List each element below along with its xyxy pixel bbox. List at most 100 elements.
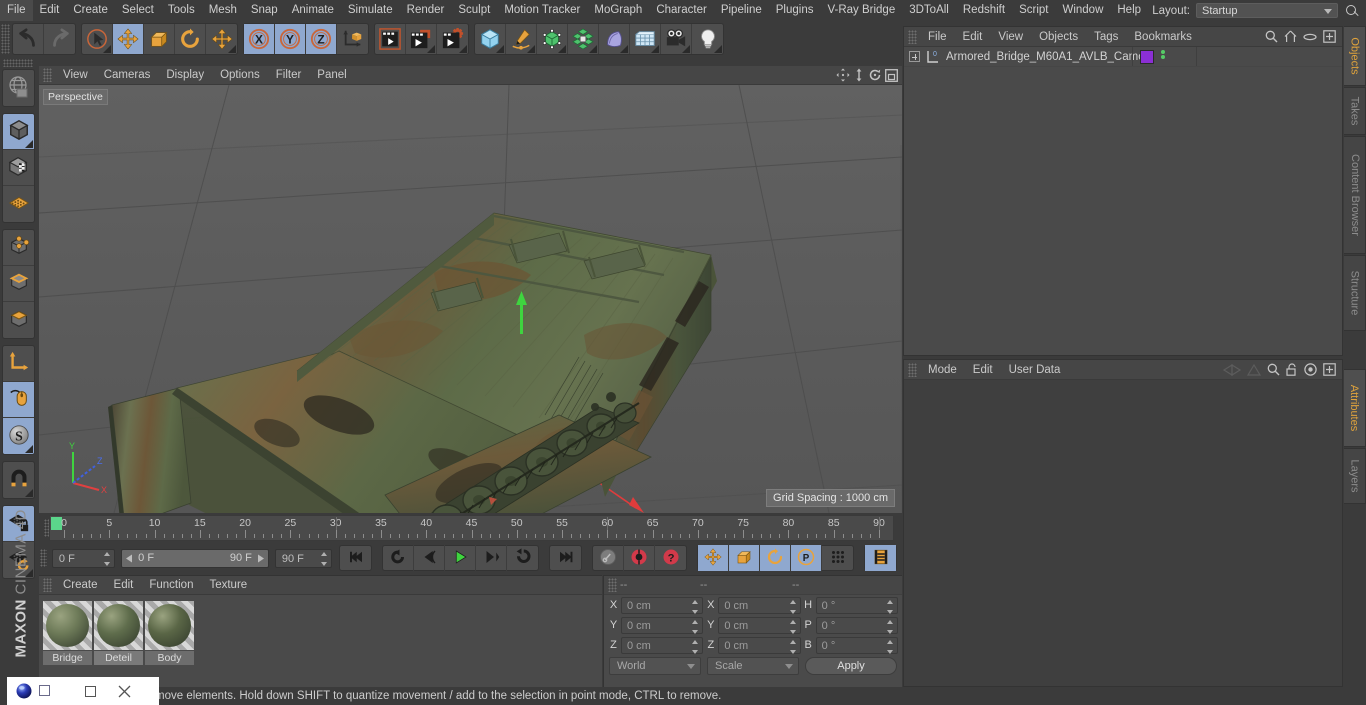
material-preview[interactable]: [145, 601, 194, 650]
rotate-button[interactable]: [175, 24, 206, 54]
range-right-arrow-icon[interactable]: [256, 554, 265, 563]
axis-x-button[interactable]: X: [244, 24, 275, 54]
max-frame-field[interactable]: 90 F: [274, 548, 332, 568]
step-back-button[interactable]: [414, 545, 445, 571]
material-preview[interactable]: [43, 601, 92, 650]
dolly-icon[interactable]: [853, 68, 865, 82]
pen-spline-button[interactable]: [506, 24, 537, 54]
mouse-viewport-button[interactable]: [3, 382, 34, 418]
camera-button[interactable]: [661, 24, 692, 54]
home-icon[interactable]: [1284, 30, 1297, 43]
layout-dropdown[interactable]: Startup: [1196, 3, 1338, 18]
coord-size-field[interactable]: 0 cm: [718, 636, 801, 654]
menu-redshift[interactable]: Redshift: [956, 0, 1012, 21]
unlock-icon[interactable]: [1286, 363, 1298, 376]
play-button[interactable]: [445, 545, 476, 571]
menu-animate[interactable]: Animate: [285, 0, 341, 21]
world-object-axis-button[interactable]: [337, 24, 368, 54]
edge-mode-button[interactable]: [3, 266, 34, 302]
spinner-icon[interactable]: [789, 599, 797, 614]
viewport-globe-button[interactable]: [3, 70, 34, 106]
model-mode-button[interactable]: [3, 114, 34, 150]
plus-box-icon[interactable]: [1323, 30, 1336, 43]
move-button[interactable]: [113, 24, 144, 54]
object-manager-grip[interactable]: [908, 29, 917, 44]
deformer-button[interactable]: [568, 24, 599, 54]
render-view-button[interactable]: [375, 24, 406, 54]
scene-object-button[interactable]: [599, 24, 630, 54]
minimize-window-button[interactable]: [73, 677, 107, 705]
step-forward-button[interactable]: [476, 545, 507, 571]
soft-selection-button[interactable]: S: [3, 418, 34, 454]
expand-toggle-icon[interactable]: [909, 51, 920, 62]
spinner-icon[interactable]: [104, 551, 111, 566]
key-rotation-button[interactable]: [760, 545, 791, 571]
magnet-button[interactable]: [3, 462, 34, 498]
material-menu-create[interactable]: Create: [55, 576, 106, 595]
attribute-menu-edit[interactable]: Edit: [965, 360, 1001, 380]
menu-create[interactable]: Create: [66, 0, 115, 21]
axis-y-button[interactable]: Y: [275, 24, 306, 54]
interp-left-icon[interactable]: [1223, 363, 1241, 376]
material-slot[interactable]: Body: [145, 601, 194, 665]
key-pla-button[interactable]: [822, 545, 853, 571]
menu-pipeline[interactable]: Pipeline: [714, 0, 769, 21]
texture-mode-button[interactable]: [3, 150, 34, 186]
menu-motion-tracker[interactable]: Motion Tracker: [497, 0, 587, 21]
search-icon[interactable]: [1265, 30, 1278, 43]
dock-tab-content-browser[interactable]: Content Browser: [1344, 136, 1366, 254]
object-menu-view[interactable]: View: [990, 27, 1031, 47]
material-slot[interactable]: Bridge: [43, 601, 92, 665]
key-scale-button[interactable]: [729, 545, 760, 571]
menu-v-ray-bridge[interactable]: V-Ray Bridge: [820, 0, 902, 21]
coord-position-field[interactable]: 0 cm: [621, 616, 704, 634]
coord-position-field[interactable]: 0 cm: [621, 636, 704, 654]
select-live-button[interactable]: [82, 24, 113, 54]
menu-script[interactable]: Script: [1012, 0, 1055, 21]
go-to-end-button[interactable]: [550, 545, 581, 571]
coordinates-grip[interactable]: [608, 578, 617, 592]
menu-window[interactable]: Window: [1055, 0, 1110, 21]
material-tag[interactable]: [1140, 50, 1154, 64]
viewport-menu-panel[interactable]: Panel: [309, 66, 354, 85]
viewport-menu-view[interactable]: View: [55, 66, 96, 85]
record-button[interactable]: [624, 545, 655, 571]
restore-window-icon[interactable]: [39, 685, 50, 696]
object-menu-file[interactable]: File: [920, 27, 955, 47]
current-frame-field[interactable]: 0 F: [51, 548, 116, 568]
spinner-icon[interactable]: [692, 639, 699, 654]
loop-button[interactable]: [507, 545, 538, 571]
viewport-menu-filter[interactable]: Filter: [268, 66, 310, 85]
menu-select[interactable]: Select: [115, 0, 161, 21]
viewport-menu-display[interactable]: Display: [158, 66, 212, 85]
object-row[interactable]: 0 Armored_Bridge_M60A1_AVLB_Camo: [904, 47, 1342, 67]
apply-button[interactable]: Apply: [805, 657, 897, 675]
plus-box-icon[interactable]: [1323, 363, 1336, 376]
coordinate-system-dropdown[interactable]: World: [609, 657, 701, 675]
spinner-icon[interactable]: [886, 639, 894, 654]
generator-button[interactable]: [537, 24, 568, 54]
undo-button[interactable]: [13, 24, 44, 54]
menu-help[interactable]: Help: [1110, 0, 1148, 21]
attribute-manager-grip[interactable]: [908, 362, 917, 377]
object-menu-edit[interactable]: Edit: [955, 27, 991, 47]
render-picture-viewer-button[interactable]: [406, 24, 437, 54]
menu-simulate[interactable]: Simulate: [341, 0, 400, 21]
timeline-view-button[interactable]: [865, 545, 896, 571]
floor-environment-button[interactable]: [630, 24, 661, 54]
search-icon[interactable]: [1267, 363, 1280, 376]
polygon-mode-button[interactable]: [3, 302, 34, 338]
coord-size-field[interactable]: 0 cm: [718, 616, 801, 634]
move-alt-button[interactable]: [206, 24, 237, 54]
attribute-menu-user-data[interactable]: User Data: [1001, 360, 1069, 380]
polygon-grid-button[interactable]: [3, 186, 34, 222]
coord-rotation-field[interactable]: 0 °: [815, 616, 898, 634]
attribute-manager-body[interactable]: [904, 380, 1342, 686]
spinner-icon[interactable]: [321, 551, 328, 566]
menu-edit[interactable]: Edit: [33, 0, 67, 21]
viewport-grip[interactable]: [43, 68, 52, 82]
viewport-menu-cameras[interactable]: Cameras: [96, 66, 159, 85]
visibility-dots[interactable]: [1161, 50, 1167, 64]
dock-tab-attributes[interactable]: Attributes: [1344, 369, 1366, 447]
keyframe-question-button[interactable]: ?: [655, 545, 686, 571]
